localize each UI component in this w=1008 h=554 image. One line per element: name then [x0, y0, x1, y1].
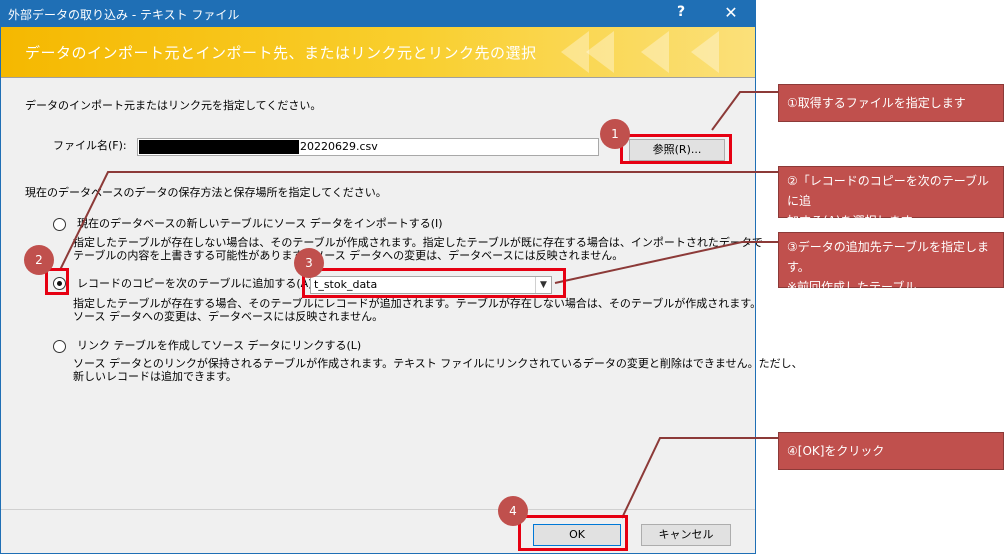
radio-import-new-table[interactable]	[53, 218, 66, 231]
option-import-desc: テーブルの内容を上書きする可能性があります。ソース データへの変更は、データベー…	[73, 249, 624, 262]
option-link-desc: 新しいレコードは追加できます。	[73, 370, 237, 383]
file-name-label: ファイル名(F):	[53, 139, 127, 152]
title-bar: 外部データの取り込み - テキスト ファイル ? ✕	[1, 1, 755, 27]
highlight-table-select	[302, 268, 566, 298]
callout-1: ①取得するファイルを指定します	[778, 84, 1004, 122]
banner-decoration	[561, 31, 589, 73]
highlight-ok	[518, 515, 628, 551]
option-link-label: リンク テーブルを作成してソース データにリンクする(L)	[77, 339, 362, 352]
storage-instruction: 現在のデータベースのデータの保存方法と保存場所を指定してください。	[25, 186, 387, 199]
callout-3-text: ※前回作成したテーブル	[787, 280, 917, 294]
option-import-desc: 指定したテーブルが存在しない場合は、そのテーブルが作成されます。指定したテーブル…	[73, 236, 763, 249]
banner-decoration	[586, 31, 614, 73]
callout-2: ②「レコードのコピーを次のテーブルに追 加する(A)を選択します	[778, 166, 1004, 228]
callout-4-text: ④[OK]をクリック	[787, 444, 885, 458]
option-append-label: レコードのコピーを次のテーブルに追加する(A):	[77, 277, 317, 290]
option-append-desc: 指定したテーブルが存在する場合、そのテーブルにレコードが追加されます。テーブルが…	[73, 297, 762, 310]
option-append-desc: ソース データへの変更は、データベースには反映されません。	[73, 310, 384, 323]
window-title: 外部データの取り込み - テキスト ファイル	[8, 8, 240, 22]
step-badge-2: 2	[24, 245, 54, 275]
callout-2-text: ②「レコードのコピーを次のテーブルに追	[787, 174, 990, 208]
callout-1-text: ①取得するファイルを指定します	[787, 96, 966, 110]
step-badge-3: 3	[294, 248, 324, 278]
header-banner: データのインポート元とインポート先、またはリンク元とリンク先の選択	[1, 27, 755, 77]
banner-decoration	[691, 31, 719, 73]
divider	[1, 77, 755, 78]
callout-3: ③データの追加先テーブルを指定します。 ※前回作成したテーブル	[778, 232, 1004, 294]
highlight-append-radio	[45, 268, 69, 295]
step-badge-4: 4	[498, 496, 528, 526]
callout-4: ④[OK]をクリック	[778, 432, 1004, 470]
file-name-input[interactable]: 20220629.csv	[137, 138, 599, 156]
help-icon[interactable]: ?	[671, 4, 691, 20]
redacted-path	[139, 140, 299, 154]
close-icon[interactable]: ✕	[719, 3, 743, 22]
option-link-desc: ソース データとのリンクが保持されるテーブルが作成されます。テキスト ファイルに…	[73, 357, 803, 370]
source-instruction: データのインポート元またはリンク元を指定してください。	[25, 99, 322, 112]
option-import-label: 現在のデータベースの新しいテーブルにソース データをインポートする(I)	[77, 217, 443, 230]
divider	[1, 509, 755, 510]
step-badge-1: 1	[600, 119, 630, 149]
callout-2-text: 加する(A)を選択します	[787, 214, 913, 228]
file-name-value: 20220629.csv	[300, 140, 378, 153]
cancel-button[interactable]: キャンセル	[641, 524, 731, 546]
highlight-browse	[620, 134, 732, 164]
banner-decoration	[641, 31, 669, 73]
callout-3-text: ③データの追加先テーブルを指定します。	[787, 240, 990, 274]
radio-link-table[interactable]	[53, 340, 66, 353]
banner-heading: データのインポート元とインポート先、またはリンク元とリンク先の選択	[25, 44, 537, 62]
